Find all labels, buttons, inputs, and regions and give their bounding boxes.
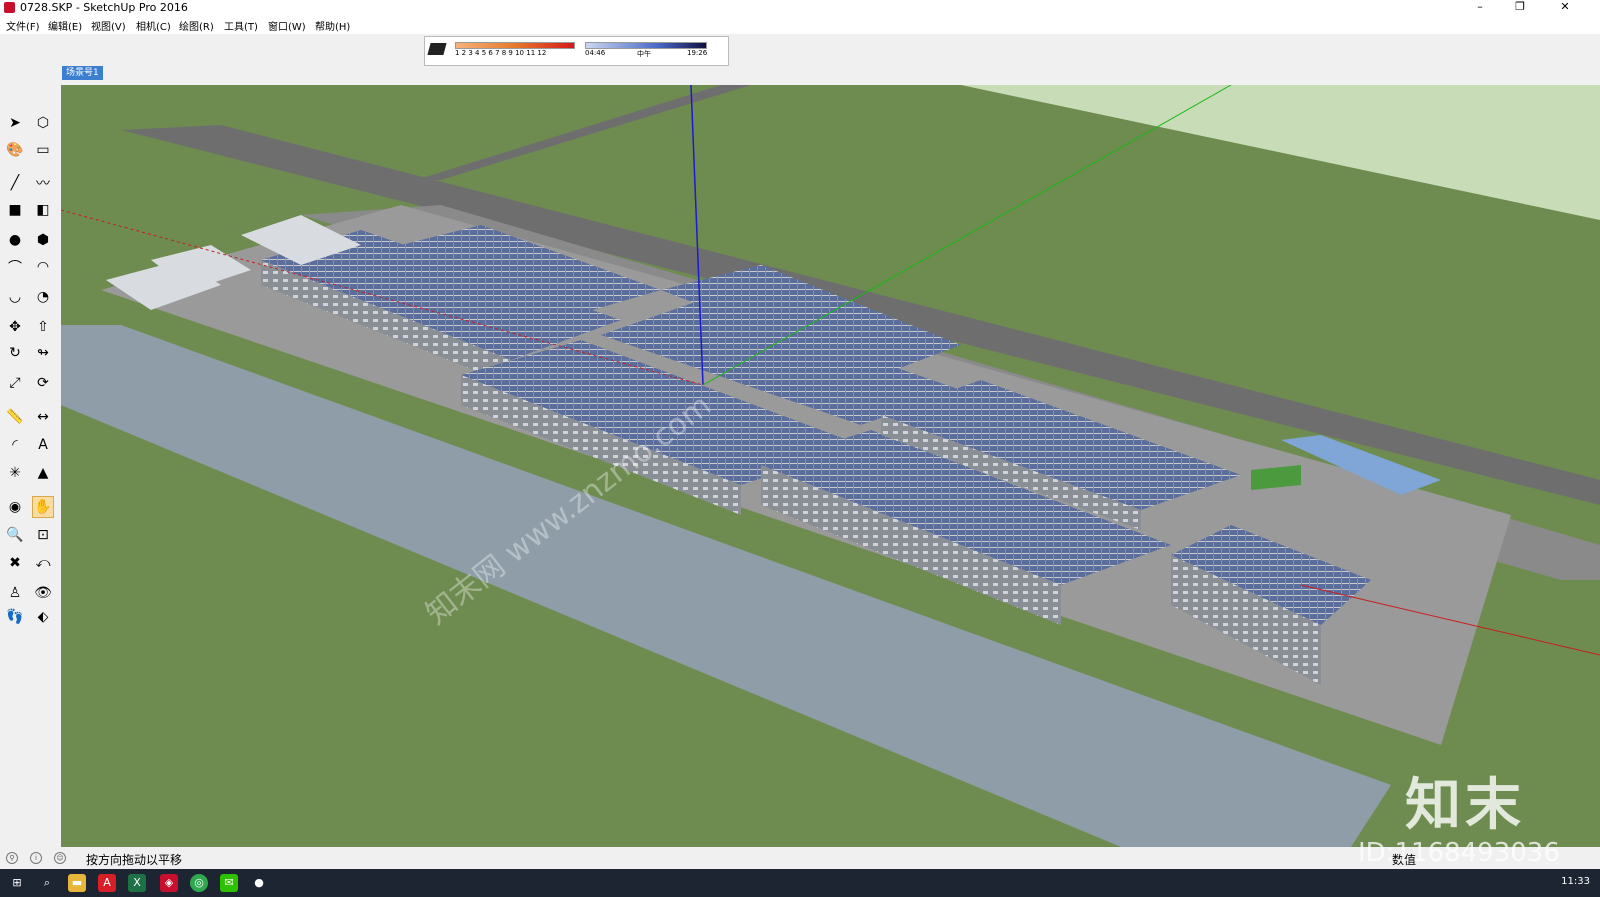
autocad-icon[interactable]: A xyxy=(98,874,116,892)
two-point-arc-icon[interactable]: ◠ xyxy=(32,256,54,278)
protractor-icon[interactable]: ◜ xyxy=(4,434,26,456)
minimize-button[interactable]: – xyxy=(1460,0,1500,16)
title-bar: 0728.SKP - SketchUp Pro 2016 – ❐ ✕ xyxy=(0,0,1600,16)
zoom-window-icon[interactable]: ⊡ xyxy=(32,524,54,546)
window-title: 0728.SKP - SketchUp Pro 2016 xyxy=(20,1,188,14)
restore-button[interactable]: ❐ xyxy=(1500,0,1540,16)
znzmo-logo-watermark: 知末 xyxy=(1405,773,1525,838)
menu-window[interactable]: 窗口(W) xyxy=(268,18,306,33)
rotated-rectangle-icon[interactable]: ◧ xyxy=(32,199,54,221)
scene-render xyxy=(61,85,1600,847)
file-explorer-icon[interactable]: ▬ xyxy=(68,874,86,892)
component-tool-icon[interactable]: ⬡ xyxy=(32,112,54,134)
text-tool-icon[interactable]: A xyxy=(32,434,54,456)
section-plane-icon[interactable]: ⬖ xyxy=(32,606,54,628)
menu-help[interactable]: 帮助(H) xyxy=(315,18,350,33)
scale-tool-icon[interactable]: ⤢ xyxy=(4,372,26,394)
windows-start-icon[interactable]: ⊞ xyxy=(8,874,26,892)
menu-bar: 文件(F) 编辑(E) 视图(V) 相机(C) 绘图(R) 工具(T) 窗口(W… xyxy=(0,16,1600,34)
follow-me-icon[interactable]: ↬ xyxy=(32,342,54,364)
walk-tool-icon[interactable]: 👣 xyxy=(4,606,26,628)
zoom-extents-icon[interactable]: ✖ xyxy=(4,552,26,574)
windows-taskbar: ⊞ ⌕ ▬ A X ◈ ◎ ✉ ● 11:33 xyxy=(0,869,1600,897)
move-tool-icon[interactable]: ✥ xyxy=(4,316,26,338)
scene-tab[interactable]: 场景号1 xyxy=(62,66,103,80)
eraser-icon[interactable]: ▭ xyxy=(32,139,54,161)
look-around-icon[interactable]: 👁 xyxy=(32,582,54,604)
time-start: 04:46 xyxy=(585,49,606,57)
position-camera-icon[interactable]: ♙ xyxy=(4,582,26,604)
pie-tool-icon[interactable]: ◔ xyxy=(32,286,54,308)
tape-measure-icon[interactable]: 📏 xyxy=(4,406,26,428)
menu-draw[interactable]: 绘图(R) xyxy=(179,18,214,33)
sketchup-app-icon xyxy=(4,2,15,13)
time-end: 19:26 xyxy=(687,49,708,57)
orbit-tool-icon[interactable]: ◉ xyxy=(4,496,26,518)
time-mid: 中午 xyxy=(637,50,651,58)
shadow-settings-toolbar: 1 2 3 4 5 6 7 8 9 10 11 12 04:46 中午 19:2… xyxy=(424,36,729,66)
push-pull-icon[interactable]: ⇧ xyxy=(32,316,54,338)
taskbar-clock: 11:33 xyxy=(1561,876,1590,887)
month-scale: 1 2 3 4 5 6 7 8 9 10 11 12 xyxy=(455,49,547,57)
arc-tool-icon[interactable]: ⌒ xyxy=(4,256,26,278)
dimension-tool-icon[interactable]: ↔ xyxy=(32,406,54,428)
freehand-tool-icon[interactable]: 〰 xyxy=(32,172,54,194)
menu-tools[interactable]: 工具(T) xyxy=(224,18,258,33)
3d-text-icon[interactable]: ▲ xyxy=(32,462,54,484)
date-slider[interactable] xyxy=(455,42,575,49)
select-tool-icon[interactable]: ➤ xyxy=(4,112,26,134)
image-id-watermark: ID:1168493036 xyxy=(1358,838,1560,868)
browser-icon[interactable]: ◎ xyxy=(190,874,208,892)
geolocation-icon[interactable]: ⚲ xyxy=(6,852,18,864)
menu-camera[interactable]: 相机(C) xyxy=(136,18,171,33)
pan-tool-icon[interactable]: ✋ xyxy=(32,496,54,518)
rotate-tool-icon[interactable]: ↻ xyxy=(4,342,26,364)
paint-bucket-icon[interactable]: 🎨 xyxy=(4,139,26,161)
previous-view-icon[interactable]: ⤺ xyxy=(32,552,54,574)
axes-tool-icon[interactable]: ✳ xyxy=(4,462,26,484)
menu-view[interactable]: 视图(V) xyxy=(91,18,126,33)
menu-edit[interactable]: 编辑(E) xyxy=(48,18,82,33)
line-tool-icon[interactable]: ╱ xyxy=(4,172,26,194)
time-slider[interactable] xyxy=(585,42,707,49)
rectangle-tool-icon[interactable]: ■ xyxy=(4,199,26,221)
sketchup-taskbar-icon[interactable]: ◈ xyxy=(160,874,178,892)
circle-tool-icon[interactable]: ● xyxy=(4,229,26,251)
shadow-toggle-icon[interactable] xyxy=(427,43,447,55)
user-icon[interactable]: ☺ xyxy=(54,852,66,864)
offset-tool-icon[interactable]: ⟳ xyxy=(32,372,54,394)
close-button[interactable]: ✕ xyxy=(1545,0,1585,16)
zoom-tool-icon[interactable]: 🔍 xyxy=(4,524,26,546)
excel-icon[interactable]: X xyxy=(128,874,146,892)
left-tool-palette: ➤ ⬡ 🎨 ▭ ╱ 〰 ■ ◧ ● ⬢ ⌒ ◠ ◡ ◔ ✥ ⇧ ↻ ↬ ⤢ ⟳ 📏 ↔ ◜ A ✳ ▲ ◉ ✋ 🔍 ⊡ ✖ ⤺ ♙ 👁 👣 ⬖ xyxy=(0,104,59,664)
search-icon[interactable]: ⌕ xyxy=(38,874,56,892)
model-viewport[interactable]: 知末网 www.znzmo.com xyxy=(61,85,1600,847)
three-point-arc-icon[interactable]: ◡ xyxy=(4,286,26,308)
polygon-tool-icon[interactable]: ⬢ xyxy=(32,229,54,251)
info-icon[interactable]: i xyxy=(30,852,42,864)
top-toolbar xyxy=(0,34,1600,70)
menu-file[interactable]: 文件(F) xyxy=(6,18,40,33)
qq-icon[interactable]: ● xyxy=(250,874,268,892)
wechat-icon[interactable]: ✉ xyxy=(220,874,238,892)
status-hint: 按方向拖动以平移 xyxy=(86,853,183,867)
